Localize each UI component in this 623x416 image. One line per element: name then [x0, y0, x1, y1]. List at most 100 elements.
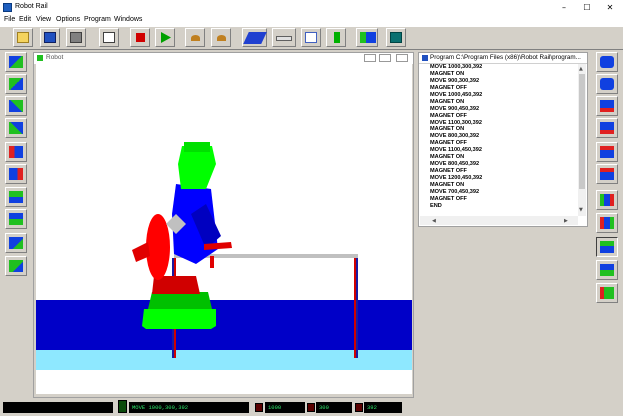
program-line[interactable]: MOVE 1100,300,392 — [430, 120, 580, 127]
rail-view-button[interactable] — [242, 28, 267, 47]
program-line[interactable]: MOVE 800,450,392 — [430, 161, 580, 168]
stop-button[interactable] — [130, 28, 150, 47]
status-z: 392 — [364, 402, 402, 413]
status-y: 300 — [316, 402, 352, 413]
program-line[interactable]: MOVE 1200,450,392 — [430, 175, 580, 182]
gripper-icon — [276, 36, 292, 41]
robot-window-title: Robot — [46, 54, 64, 61]
new-program-button[interactable] — [99, 28, 119, 47]
left-tool-2[interactable] — [5, 74, 27, 94]
run-button[interactable] — [155, 28, 175, 47]
program-line[interactable]: MAGNET OFF — [430, 196, 580, 203]
program-line[interactable]: MOVE 1100,450,392 — [430, 147, 580, 154]
right-tool-7[interactable] — [596, 190, 618, 210]
right-tool-2[interactable] — [596, 74, 618, 94]
home-position-icon — [600, 287, 614, 299]
program-line[interactable]: MOVE 800,300,392 — [430, 133, 580, 140]
left-tool-10[interactable] — [5, 256, 27, 276]
magnet-button[interactable] — [326, 28, 346, 47]
robot-window-titlebar: Robot — [34, 53, 413, 64]
view-button[interactable] — [301, 28, 321, 47]
menu-edit[interactable]: Edit — [19, 16, 31, 23]
z-indicator-icon — [355, 403, 363, 412]
menu-view[interactable]: View — [36, 16, 51, 23]
right-tool-9[interactable] — [596, 237, 618, 257]
x-indicator-icon — [255, 403, 263, 412]
scroll-down-icon[interactable]: ▼ — [579, 207, 583, 213]
program-line[interactable]: MAGNET OFF — [430, 113, 580, 120]
program-line[interactable]: MOVE 1000,300,392 — [430, 64, 580, 71]
gripper-button[interactable] — [272, 28, 296, 47]
robot-window-maximize[interactable] — [379, 54, 391, 62]
program-vscroll[interactable]: ▲ ▼ — [578, 64, 586, 216]
program-hscroll[interactable]: ◀ ▶ — [420, 216, 578, 225]
program-listing[interactable]: MOVE 1000,300,392 MAGNET ON MOVE 900,300,3… — [430, 64, 580, 210]
redo-icon — [217, 35, 226, 41]
left-tool-3[interactable] — [5, 96, 27, 116]
right-tool-10[interactable] — [596, 260, 618, 280]
rail-post-right-edge — [354, 256, 356, 358]
program-window-icon — [422, 55, 428, 61]
joint-4-icon — [600, 122, 614, 134]
right-tool-6[interactable] — [596, 164, 618, 184]
robot-window-icon — [37, 55, 43, 61]
print-button[interactable] — [66, 28, 86, 47]
menu-options[interactable]: Options — [56, 16, 80, 23]
undo-button[interactable] — [185, 28, 205, 47]
open-button[interactable] — [13, 28, 33, 47]
left-tool-8[interactable] — [5, 209, 27, 229]
right-tool-4[interactable] — [596, 118, 618, 138]
joint-1-icon — [600, 56, 614, 68]
program-window-title: Program C:\Program Files (x86)\Robot Rai… — [430, 54, 581, 61]
arm-retract-icon — [9, 260, 23, 272]
program-line[interactable]: MAGNET ON — [430, 99, 580, 106]
save-button[interactable] — [40, 28, 60, 47]
program-line[interactable]: MAGNET OFF — [430, 168, 580, 175]
title-bar — [0, 0, 623, 15]
left-tool-1[interactable] — [5, 52, 27, 72]
robot-window-close[interactable] — [396, 54, 408, 62]
minimize-button[interactable]: – — [553, 0, 575, 15]
left-tool-5[interactable] — [5, 142, 27, 162]
program-line[interactable]: MOVE 1000,450,392 — [430, 92, 580, 99]
robot-view-button[interactable] — [356, 28, 378, 47]
wrist-cap — [184, 142, 210, 152]
right-tool-3[interactable] — [596, 96, 618, 116]
menu-file[interactable]: File — [4, 16, 15, 23]
program-line[interactable]: MOVE 900,450,392 — [430, 106, 580, 113]
program-line[interactable]: MAGNET ON — [430, 126, 580, 133]
program-line[interactable]: MAGNET OFF — [430, 140, 580, 147]
scroll-left-icon[interactable]: ◀ — [432, 218, 436, 224]
menu-program[interactable]: Program — [84, 16, 111, 23]
program-vscroll-thumb[interactable] — [579, 74, 585, 189]
joint-6-icon — [600, 168, 614, 180]
right-tool-8[interactable] — [596, 213, 618, 233]
exit-button[interactable] — [386, 28, 406, 47]
maximize-button[interactable]: ☐ — [576, 0, 598, 15]
robot-window-minimize[interactable] — [364, 54, 376, 62]
right-tool-11[interactable] — [596, 283, 618, 303]
program-line[interactable]: MAGNET ON — [430, 182, 580, 189]
left-tool-9[interactable] — [5, 233, 27, 253]
right-tool-5[interactable] — [596, 142, 618, 162]
menu-windows[interactable]: Windows — [114, 16, 142, 23]
program-line[interactable]: MAGNET ON — [430, 71, 580, 78]
scroll-right-icon[interactable]: ▶ — [564, 218, 568, 224]
program-line[interactable]: MAGNET OFF — [430, 85, 580, 92]
gripper-close-icon — [600, 217, 614, 229]
program-line[interactable]: MOVE 700,450,392 — [430, 189, 580, 196]
redo-button[interactable] — [211, 28, 231, 47]
program-line[interactable]: END — [430, 203, 580, 210]
program-line[interactable]: MAGNET ON — [430, 154, 580, 161]
left-tool-6[interactable] — [5, 164, 27, 184]
robot-3d-view[interactable] — [36, 64, 412, 394]
scroll-up-icon[interactable]: ▲ — [579, 66, 583, 72]
close-button[interactable]: ✕ — [599, 0, 621, 15]
right-tool-1[interactable] — [596, 52, 618, 72]
app-icon — [3, 3, 12, 12]
program-line[interactable]: MOVE 900,300,392 — [430, 78, 580, 85]
left-tool-4[interactable] — [5, 118, 27, 138]
rotate-left-icon — [9, 146, 23, 158]
arm-extend-icon — [9, 237, 23, 249]
left-tool-7[interactable] — [5, 187, 27, 207]
